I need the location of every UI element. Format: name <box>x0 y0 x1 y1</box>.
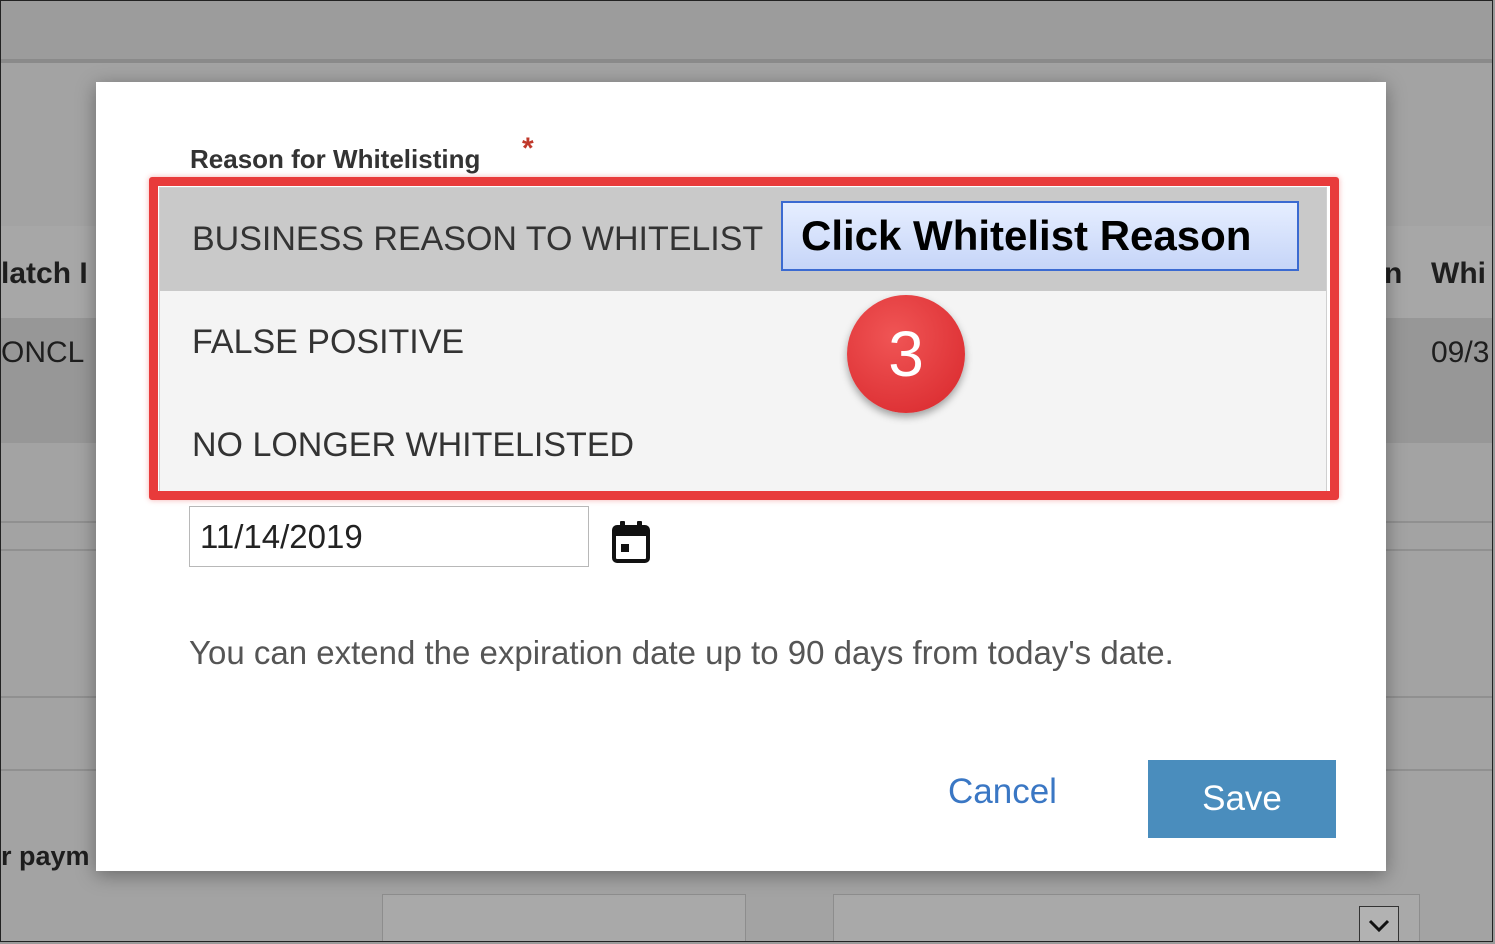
background-cell: ONCL <box>1 336 85 369</box>
step-number-badge: 3 <box>847 295 965 413</box>
calendar-icon[interactable] <box>611 520 651 564</box>
screenshot-frame: latch I n Whi ONCL 09/3 r paym Reason fo… <box>0 0 1493 942</box>
expiration-date-input[interactable]: 11/14/2019 <box>189 506 589 567</box>
background-column-header: Whi <box>1431 257 1486 290</box>
background-column-header: n <box>1384 257 1403 290</box>
reason-label: Reason for Whitelisting <box>190 144 481 174</box>
cancel-button[interactable]: Cancel <box>948 772 1057 812</box>
expiration-help-text: You can extend the expiration date up to… <box>189 634 1174 671</box>
required-marker: * <box>522 132 534 165</box>
instruction-callout: Click Whitelist Reason <box>781 201 1299 271</box>
background-select <box>833 894 1420 941</box>
chevron-down-icon <box>1359 906 1399 941</box>
background-field-label: r paym <box>1 841 90 871</box>
background-cell: 09/3 <box>1431 336 1490 369</box>
background-column-header: latch I <box>1 257 88 290</box>
background-input <box>382 894 746 941</box>
save-button[interactable]: Save <box>1148 760 1336 838</box>
background-topbar <box>1 1 1492 63</box>
